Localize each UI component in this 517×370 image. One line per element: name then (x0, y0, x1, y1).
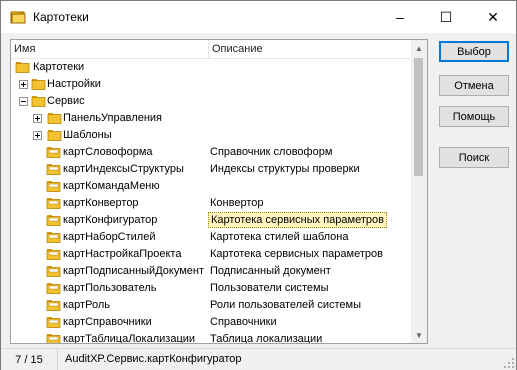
tree-row[interactable]: картРоль Роли пользователей системы (11, 297, 411, 314)
maximize-icon: ☐ (439, 8, 453, 25)
tree-row[interactable]: Сервис (11, 93, 411, 110)
card-folder-icon (46, 147, 61, 158)
folder-icon (47, 113, 62, 124)
close-icon: ✕ (487, 8, 499, 25)
window-title: Картотеки (33, 10, 89, 24)
tree-row[interactable]: картСловоформа Справочник словоформ (11, 144, 411, 161)
folder-icon (31, 79, 46, 90)
tree-item-name[interactable]: картНастройкаПроекта (63, 248, 181, 260)
card-folder-icon (46, 198, 61, 209)
tree-row[interactable]: картНаборСтилей Картотека стилей шаблона (11, 229, 411, 246)
tree-item-description[interactable]: Конвертор (210, 197, 263, 209)
tree-item-description[interactable]: Роли пользователей системы (210, 299, 361, 311)
card-folder-icon (46, 215, 61, 226)
selected-item-description[interactable]: Картотека сервисных параметров (208, 212, 387, 228)
scroll-down-icon[interactable]: ▼ (411, 327, 427, 343)
column-header-description[interactable]: Описание (212, 43, 263, 55)
tree-item-description[interactable]: Справочники (210, 316, 277, 328)
minimize-button[interactable]: – (377, 1, 423, 33)
scroll-up-icon[interactable]: ▲ (411, 40, 427, 56)
tree-row[interactable]: Настройки (11, 76, 411, 93)
title-bar[interactable]: Картотеки – ☐ ✕ (1, 1, 516, 33)
scroll-thumb[interactable] (414, 58, 423, 176)
minimize-icon: – (396, 9, 404, 25)
search-button[interactable]: Поиск (439, 147, 509, 168)
collapse-icon[interactable] (19, 97, 28, 106)
card-folder-icon (46, 266, 61, 277)
folder-open-icon (31, 96, 46, 107)
tree-row[interactable]: Картотеки (11, 59, 411, 76)
tree-row[interactable]: картКомандаМеню (11, 178, 411, 195)
tree-item-description[interactable]: Пользователи системы (210, 282, 329, 294)
tree-item-name[interactable]: картПользователь (63, 282, 156, 294)
status-bar: 7 / 15 AuditXP.Сервис.картКонфигуратор (1, 348, 516, 370)
tree-item-description[interactable]: Индексы структуры проверки (210, 163, 360, 175)
expand-icon[interactable] (19, 80, 28, 89)
tree-item-name[interactable]: картТаблицаЛокализации (63, 333, 195, 343)
card-folder-icon (46, 317, 61, 328)
tree-item-name[interactable]: картСловоформа (63, 146, 153, 158)
column-header-name[interactable]: Имя (14, 43, 35, 55)
tree-item-description[interactable]: Подписанный документ (210, 265, 331, 277)
tree-row[interactable]: картПользователь Пользователи системы (11, 280, 411, 297)
close-button[interactable]: ✕ (470, 1, 516, 33)
tree-row[interactable]: картКонвертор Конвертор (11, 195, 411, 212)
expand-icon[interactable] (33, 114, 42, 123)
maximize-button[interactable]: ☐ (423, 1, 469, 33)
tree-row[interactable]: картНастройкаПроекта Картотека сервисных … (11, 246, 411, 263)
expand-icon[interactable] (33, 131, 42, 140)
tree-row[interactable]: картСправочники Справочники (11, 314, 411, 331)
tree-item-name[interactable]: картРоль (63, 299, 110, 311)
card-folder-icon (46, 164, 61, 175)
card-folder-icon (46, 249, 61, 260)
tree-item-name[interactable]: картКонфигуратор (63, 214, 157, 226)
dialog-window: Картотеки – ☐ ✕ Имя Описание Картотеки На… (0, 0, 517, 370)
folder-stack-icon (10, 11, 26, 24)
status-position: 7 / 15 (1, 349, 58, 370)
card-folder-icon (46, 232, 61, 243)
tree-item-description[interactable]: Картотека стилей шаблона (210, 231, 348, 243)
status-path: AuditXP.Сервис.картКонфигуратор (65, 353, 242, 365)
tree-item-description[interactable]: Таблица локализации (210, 333, 322, 343)
tree-item-name[interactable]: Шаблоны (63, 129, 112, 141)
tree-item-name[interactable]: картКомандаМеню (63, 180, 160, 192)
tree-item-name[interactable]: Картотеки (33, 61, 84, 73)
folder-open-icon (15, 62, 30, 73)
column-divider[interactable] (208, 40, 209, 58)
tree-row[interactable]: картПодписанныйДокумент Подписанный докум… (11, 263, 411, 280)
select-button[interactable]: Выбор (439, 41, 509, 62)
card-folder-icon (46, 283, 61, 294)
resize-grip-icon[interactable] (504, 358, 515, 369)
tree-row[interactable]: картИндексыСтруктуры Индексы структуры пр… (11, 161, 411, 178)
tree-item-name[interactable]: картНаборСтилей (63, 231, 156, 243)
tree-item-description[interactable]: Картотека сервисных параметров (210, 248, 383, 260)
tree-item-name[interactable]: картИндексыСтруктуры (63, 163, 184, 175)
tree-row[interactable]: ПанельУправления (11, 110, 411, 127)
tree-item-name[interactable]: ПанельУправления (63, 112, 162, 124)
vertical-scrollbar[interactable]: ▲ ▼ (411, 40, 427, 343)
tree-row[interactable]: картКонфигуратор Картотека сервисных пара… (11, 212, 411, 229)
card-folder-icon (46, 300, 61, 311)
help-button[interactable]: Помощь (439, 106, 509, 127)
tree-item-name[interactable]: Сервис (47, 95, 85, 107)
folder-icon (47, 130, 62, 141)
tree-list[interactable]: Имя Описание Картотеки Настройки Сервис Пан… (10, 39, 428, 344)
card-folder-icon (46, 181, 61, 192)
tree-item-name[interactable]: Настройки (47, 78, 101, 90)
card-folder-icon (46, 334, 61, 343)
tree-row[interactable]: картТаблицаЛокализации Таблица локализаци… (11, 331, 411, 343)
tree-item-description[interactable]: Справочник словоформ (210, 146, 332, 158)
tree-row[interactable]: Шаблоны (11, 127, 411, 144)
tree-item-name[interactable]: картСправочники (63, 316, 152, 328)
tree-item-name[interactable]: картКонвертор (63, 197, 139, 209)
column-header: Имя Описание (11, 40, 411, 59)
cancel-button[interactable]: Отмена (439, 75, 509, 96)
tree-item-name[interactable]: картПодписанныйДокумент (63, 265, 204, 277)
